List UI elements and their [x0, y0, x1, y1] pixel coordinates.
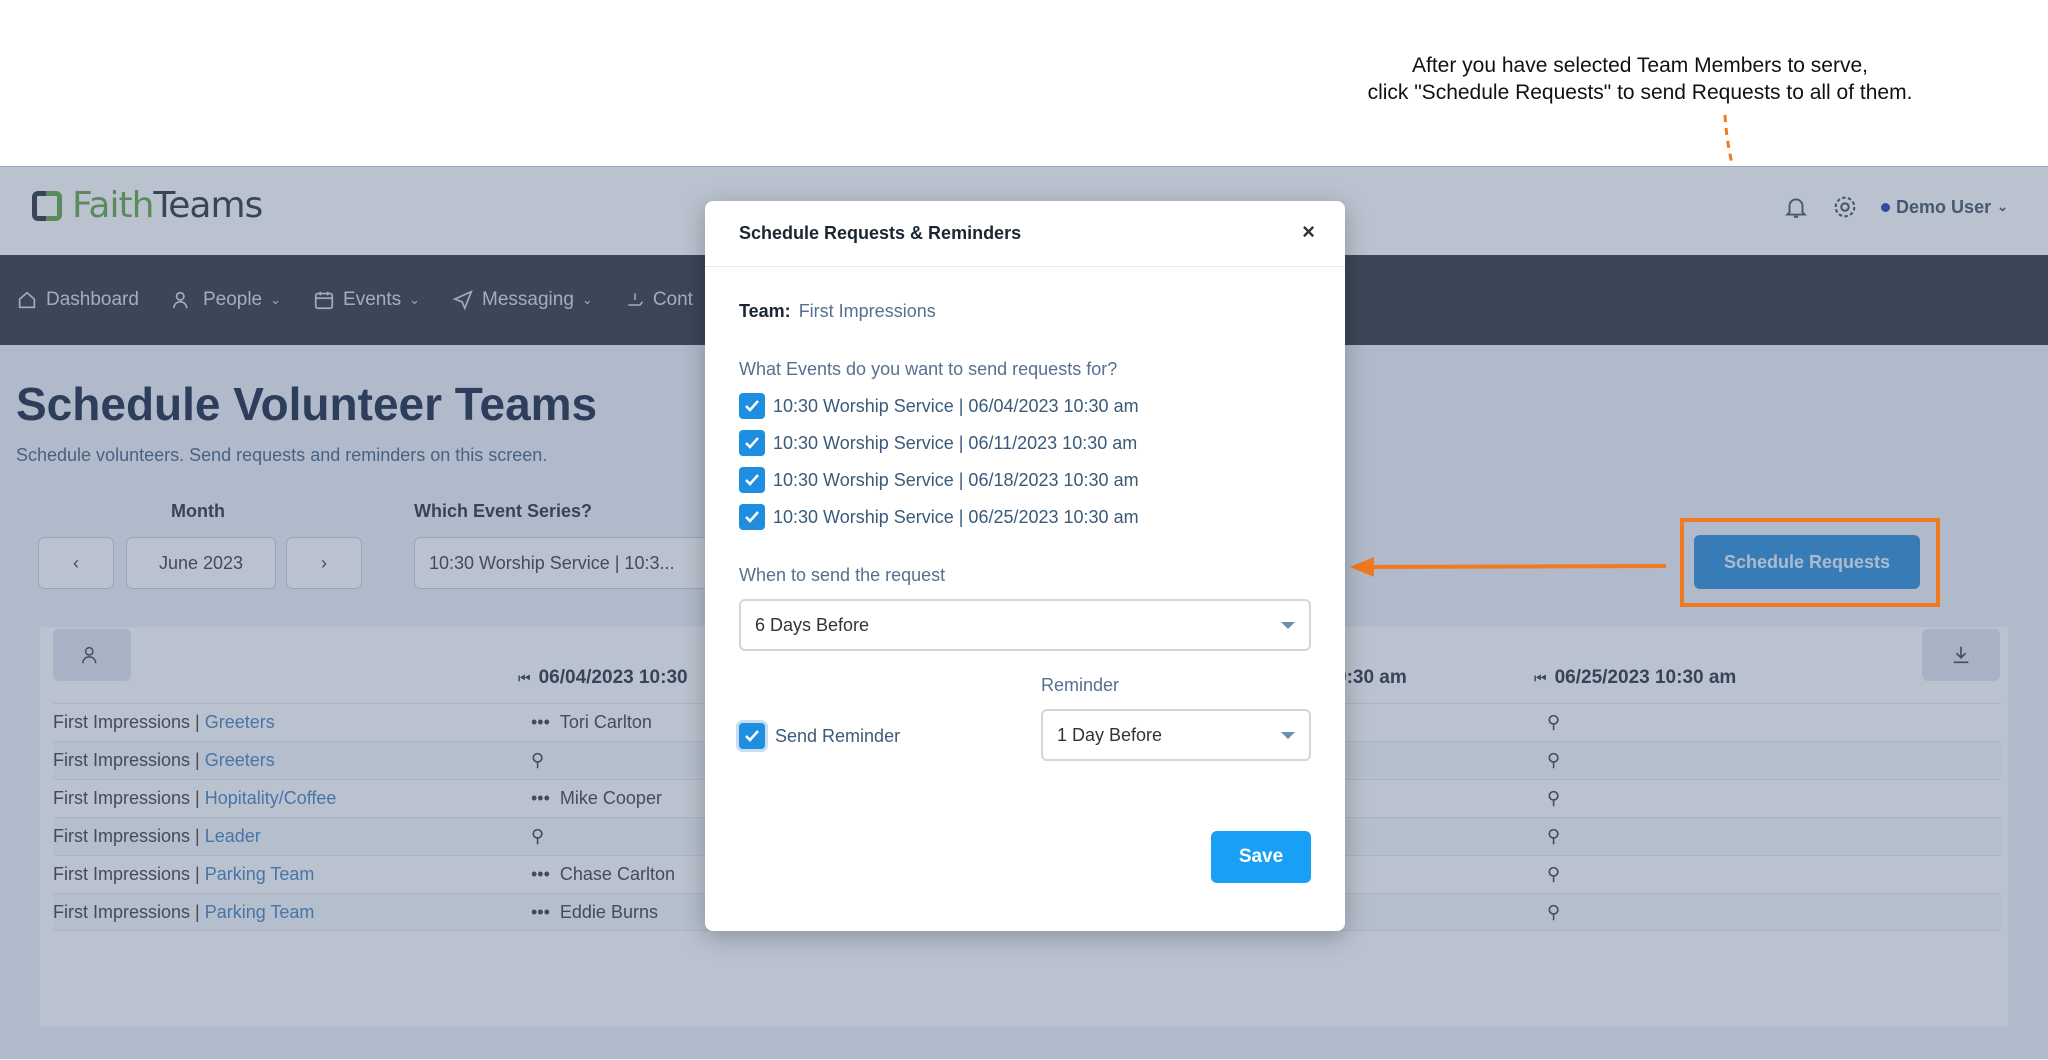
send-reminder-row[interactable]: Send Reminder	[739, 723, 900, 749]
event-checkbox-row[interactable]: 10:30 Worship Service | 06/11/2023 10:30…	[739, 430, 1137, 456]
event-label: 10:30 Worship Service | 06/04/2023 10:30…	[773, 395, 1139, 416]
event-label: 10:30 Worship Service | 06/25/2023 10:30…	[773, 506, 1139, 527]
team-line: Team: First Impressions	[739, 301, 936, 322]
checkbox-checked-icon[interactable]	[739, 430, 765, 456]
reminder-select[interactable]: 1 Day Before	[1041, 709, 1311, 761]
checkbox-checked-icon[interactable]	[739, 393, 765, 419]
when-select-value: 6 Days Before	[755, 614, 870, 635]
checkbox-checked-icon[interactable]	[739, 504, 765, 530]
reminder-select-value: 1 Day Before	[1057, 724, 1163, 745]
caret-down-icon	[1281, 732, 1295, 739]
checkbox-checked-icon[interactable]	[739, 723, 765, 749]
team-label: Team:	[739, 301, 791, 321]
when-label: When to send the request	[739, 565, 946, 585]
schedule-requests-modal: Schedule Requests & Reminders × Team: Fir…	[705, 201, 1345, 931]
modal-header: Schedule Requests & Reminders ×	[705, 201, 1345, 267]
when-select[interactable]: 6 Days Before	[739, 599, 1311, 651]
checkbox-checked-icon[interactable]	[739, 467, 765, 493]
team-value: First Impressions	[798, 301, 936, 321]
modal-title: Schedule Requests & Reminders	[739, 223, 1022, 243]
caret-down-icon	[1281, 622, 1295, 629]
save-button[interactable]: Save	[1211, 831, 1311, 883]
send-reminder-label: Send Reminder	[775, 725, 901, 746]
event-checkbox-row[interactable]: 10:30 Worship Service | 06/04/2023 10:30…	[739, 393, 1139, 419]
event-label: 10:30 Worship Service | 06/18/2023 10:30…	[773, 469, 1139, 490]
event-label: 10:30 Worship Service | 06/11/2023 10:30…	[773, 432, 1138, 453]
reminder-label: Reminder	[1041, 675, 1120, 695]
event-checkbox-row[interactable]: 10:30 Worship Service | 06/18/2023 10:30…	[739, 467, 1139, 493]
close-icon[interactable]: ×	[1302, 219, 1315, 245]
event-checkbox-row[interactable]: 10:30 Worship Service | 06/25/2023 10:30…	[739, 504, 1139, 530]
events-question: What Events do you want to send requests…	[739, 359, 1118, 379]
